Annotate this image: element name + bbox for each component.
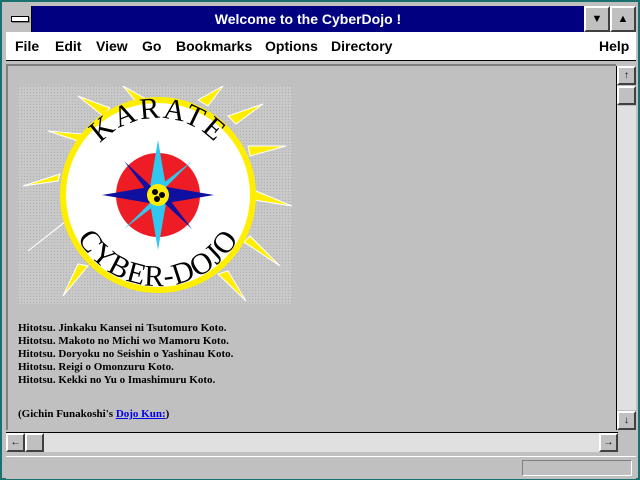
dojo-kun-line: Hitotsu. Kekki no Yu o Imashimuru Koto. [18,374,216,386]
menu-help[interactable]: Help [599,32,629,60]
menu-file[interactable]: File [15,32,39,60]
system-menu-button[interactable] [6,6,32,32]
menu-bookmarks[interactable]: Bookmarks [176,32,252,60]
scroll-down-button[interactable]: ↓ [617,411,636,430]
menu-view[interactable]: View [96,32,128,60]
dojo-kun-line: Hitotsu. Reigi o Omonzuru Koto. [18,361,174,373]
dojo-kun-text: Hitotsu. Jinkaku Kansei ni Tsutomuro Kot… [18,322,233,387]
menu-directory[interactable]: Directory [331,32,392,60]
scroll-right-button[interactable]: → [599,433,618,452]
menu-go[interactable]: Go [142,32,161,60]
menu-edit[interactable]: Edit [55,32,81,60]
arrow-left-icon: ← [10,437,21,448]
browser-window: Welcome to the CyberDojo ! ▼ ▲ File Edit… [0,0,640,480]
dojo-kun-line: Hitotsu. Makoto no Michi wo Mamoru Koto. [18,335,229,347]
scroll-left-button[interactable]: ← [6,433,25,452]
vertical-scrollbar[interactable]: ↑ ↓ [616,66,636,430]
menu-bar: File Edit View Go Bookmarks Options Dire… [6,32,636,61]
arrow-up-icon: ↑ [624,70,629,81]
dojo-kun-line: Hitotsu. Doryoku no Seishin o Yashinau K… [18,348,234,360]
triangle-down-icon: ▼ [591,13,603,25]
menu-options[interactable]: Options [265,32,318,60]
dojo-kun-line: Hitotsu. Jinkaku Kansei ni Tsutomuro Kot… [18,322,227,334]
window-title: Welcome to the CyberDojo ! [214,11,402,27]
arrow-right-icon: → [603,437,614,448]
credit-prefix: (Gichin Funakoshi's [18,408,116,420]
page-content: KARATE CYBER-DOJO Hitotsu. Jinkaku Kanse… [6,64,616,430]
arrow-down-icon: ↓ [624,415,629,426]
maximize-button[interactable]: ▲ [610,6,636,32]
karate-cyberdojo-logo: KARATE CYBER-DOJO [18,86,292,304]
horizontal-scrollbar[interactable]: ← → [6,432,618,452]
vertical-scroll-thumb[interactable] [617,86,636,105]
status-bar [6,456,636,479]
progress-indicator [522,460,632,476]
title-bar: Welcome to the CyberDojo ! ▼ ▲ [6,6,636,32]
dojo-kun-link[interactable]: Dojo Kun: [116,408,166,420]
triangle-up-icon: ▲ [617,13,629,25]
credit-line: (Gichin Funakoshi's Dojo Kun:) [18,408,169,420]
horizontal-scroll-thumb[interactable] [25,433,44,452]
minimize-button[interactable]: ▼ [584,6,610,32]
vertical-scroll-track[interactable] [617,106,636,410]
credit-suffix: ) [165,408,170,420]
scroll-up-button[interactable]: ↑ [617,66,636,85]
system-menu-icon [11,16,29,22]
